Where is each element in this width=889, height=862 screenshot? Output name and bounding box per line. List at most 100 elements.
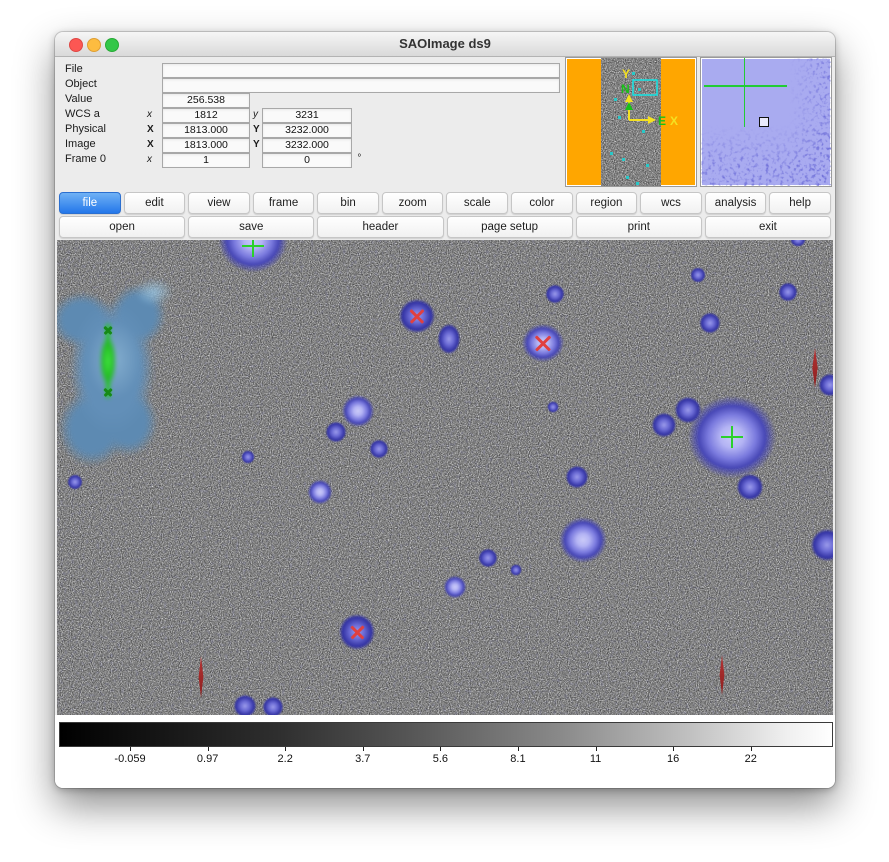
menu-row: fileeditviewframebinzoomscalecolorregion… (59, 192, 831, 212)
saturated-galaxy-region (57, 260, 184, 470)
green-x-marker (104, 388, 113, 397)
menu-edit[interactable]: edit (124, 192, 186, 214)
colorbar[interactable] (59, 722, 833, 747)
star-blob (262, 696, 284, 715)
green-x-marker (104, 326, 113, 335)
image-label: Image (65, 138, 96, 150)
image-x-field: 1813.000 (162, 138, 250, 153)
colorbar-tick-label: 8.1 (510, 753, 525, 765)
galaxy-core (100, 336, 116, 386)
star-blob (547, 401, 559, 413)
colorbar-tick (363, 747, 364, 751)
panner-n-label: N (621, 82, 630, 96)
colorbar-tick-label: 11 (590, 753, 601, 765)
panner-viewbox[interactable] (633, 80, 657, 95)
crosshair-v-bar (252, 240, 255, 257)
wcs-y-field: 3231 (262, 108, 352, 123)
star-blob (558, 516, 608, 564)
colorbar-tick (673, 747, 674, 751)
ds9-window: SAOImage ds9 File Object Value 256.538 W… (55, 32, 835, 788)
menu-view[interactable]: view (188, 192, 250, 214)
colorbar-tick (440, 747, 441, 751)
colorbar-scale: -0.0590.972.23.75.68.1111622 (59, 747, 831, 773)
physical-y-field: 3232.000 (262, 123, 352, 138)
colorbar-tick-label: 16 (667, 753, 679, 765)
menu-analysis[interactable]: analysis (705, 192, 767, 214)
star-blob (510, 564, 522, 576)
wcs-x-key: x (147, 109, 152, 120)
star-blob (478, 548, 497, 567)
value-label: Value (65, 93, 92, 105)
button-exit[interactable]: exit (705, 216, 831, 238)
button-save[interactable]: save (188, 216, 314, 238)
menu-file[interactable]: file (59, 192, 121, 214)
window-title: SAOImage ds9 (55, 32, 835, 56)
info-row-image: Image X 1813.000 Y 3232.000 (55, 138, 565, 152)
colorbar-tick (751, 747, 752, 751)
menu-bin[interactable]: bin (317, 192, 379, 214)
colorbar-tick-label: 5.6 (433, 753, 448, 765)
frame-zoom-field: 1 (162, 153, 250, 168)
green-crosshair-marker (721, 426, 743, 448)
button-open[interactable]: open (59, 216, 185, 238)
button-print[interactable]: print (576, 216, 702, 238)
physical-label: Physical (65, 123, 106, 135)
star-blob (325, 421, 347, 443)
button-header[interactable]: header (317, 216, 443, 238)
info-row-object: Object (55, 78, 565, 92)
green-crosshair-marker (242, 240, 264, 257)
menu-frame[interactable]: frame (253, 192, 315, 214)
x-axis-arrow-icon (648, 116, 656, 124)
image-viewport[interactable] (57, 240, 833, 715)
menu-region[interactable]: region (576, 192, 638, 214)
info-row-value: Value 256.538 (55, 93, 565, 107)
file-value-field (162, 63, 560, 78)
panner[interactable]: Y N E X (565, 57, 697, 187)
file-label: File (65, 63, 83, 75)
menu-scale[interactable]: scale (446, 192, 508, 214)
menu-color[interactable]: color (511, 192, 573, 214)
colorbar-tick (596, 747, 597, 751)
magnifier-crosshair-v (744, 58, 746, 127)
info-row-physical: Physical X 1813.000 Y 3232.000 (55, 123, 565, 137)
wcs-label: WCS a (65, 108, 100, 120)
image-x-key: X (147, 139, 154, 150)
panner-e-label: E (658, 114, 666, 128)
colorbar-tick-label: 3.7 (355, 753, 370, 765)
info-row-wcs: WCS a x 1812 y 3231 (55, 108, 565, 122)
magnifier-cursor-box (759, 117, 769, 127)
colorbar-tick (130, 747, 131, 751)
magnifier[interactable] (700, 57, 832, 187)
title-bar[interactable]: SAOImage ds9 (55, 32, 835, 57)
colorbar-tick-label: -0.059 (114, 753, 145, 765)
physical-y-key: Y (253, 124, 260, 135)
frame-label: Frame 0 (65, 153, 106, 165)
panner-y-label: Y (622, 67, 630, 81)
info-row-file: File (55, 63, 565, 77)
desktop: { "window": { "title": "SAOImage ds9" },… (0, 0, 889, 862)
frame-rotation-field: 0 (262, 153, 352, 168)
north-arrow-icon (625, 102, 633, 110)
star-blob (233, 694, 257, 715)
panner-x-label: X (670, 114, 678, 128)
physical-x-key: X (147, 124, 154, 135)
red-x-marker (534, 334, 552, 352)
frame-x-key: x (147, 154, 152, 165)
menu-wcs[interactable]: wcs (640, 192, 702, 214)
menu-zoom[interactable]: zoom (382, 192, 444, 214)
star-blob (565, 465, 589, 489)
file-button-row: opensaveheaderpage setupprintexit (59, 216, 831, 236)
object-value-field (162, 78, 560, 93)
button-page-setup[interactable]: page setup (447, 216, 573, 238)
colorbar-tick (208, 747, 209, 751)
star-blob (341, 394, 375, 428)
star-blob (369, 439, 388, 458)
wcs-y-key: y (253, 109, 258, 120)
physical-x-field: 1813.000 (162, 123, 250, 138)
menu-help[interactable]: help (769, 192, 831, 214)
colorbar-tick (285, 747, 286, 751)
degree-unit: ° (357, 153, 361, 164)
image-y-key: Y (253, 139, 260, 150)
colorbar-tick-label: 0.97 (197, 753, 218, 765)
red-x-marker (409, 308, 425, 324)
